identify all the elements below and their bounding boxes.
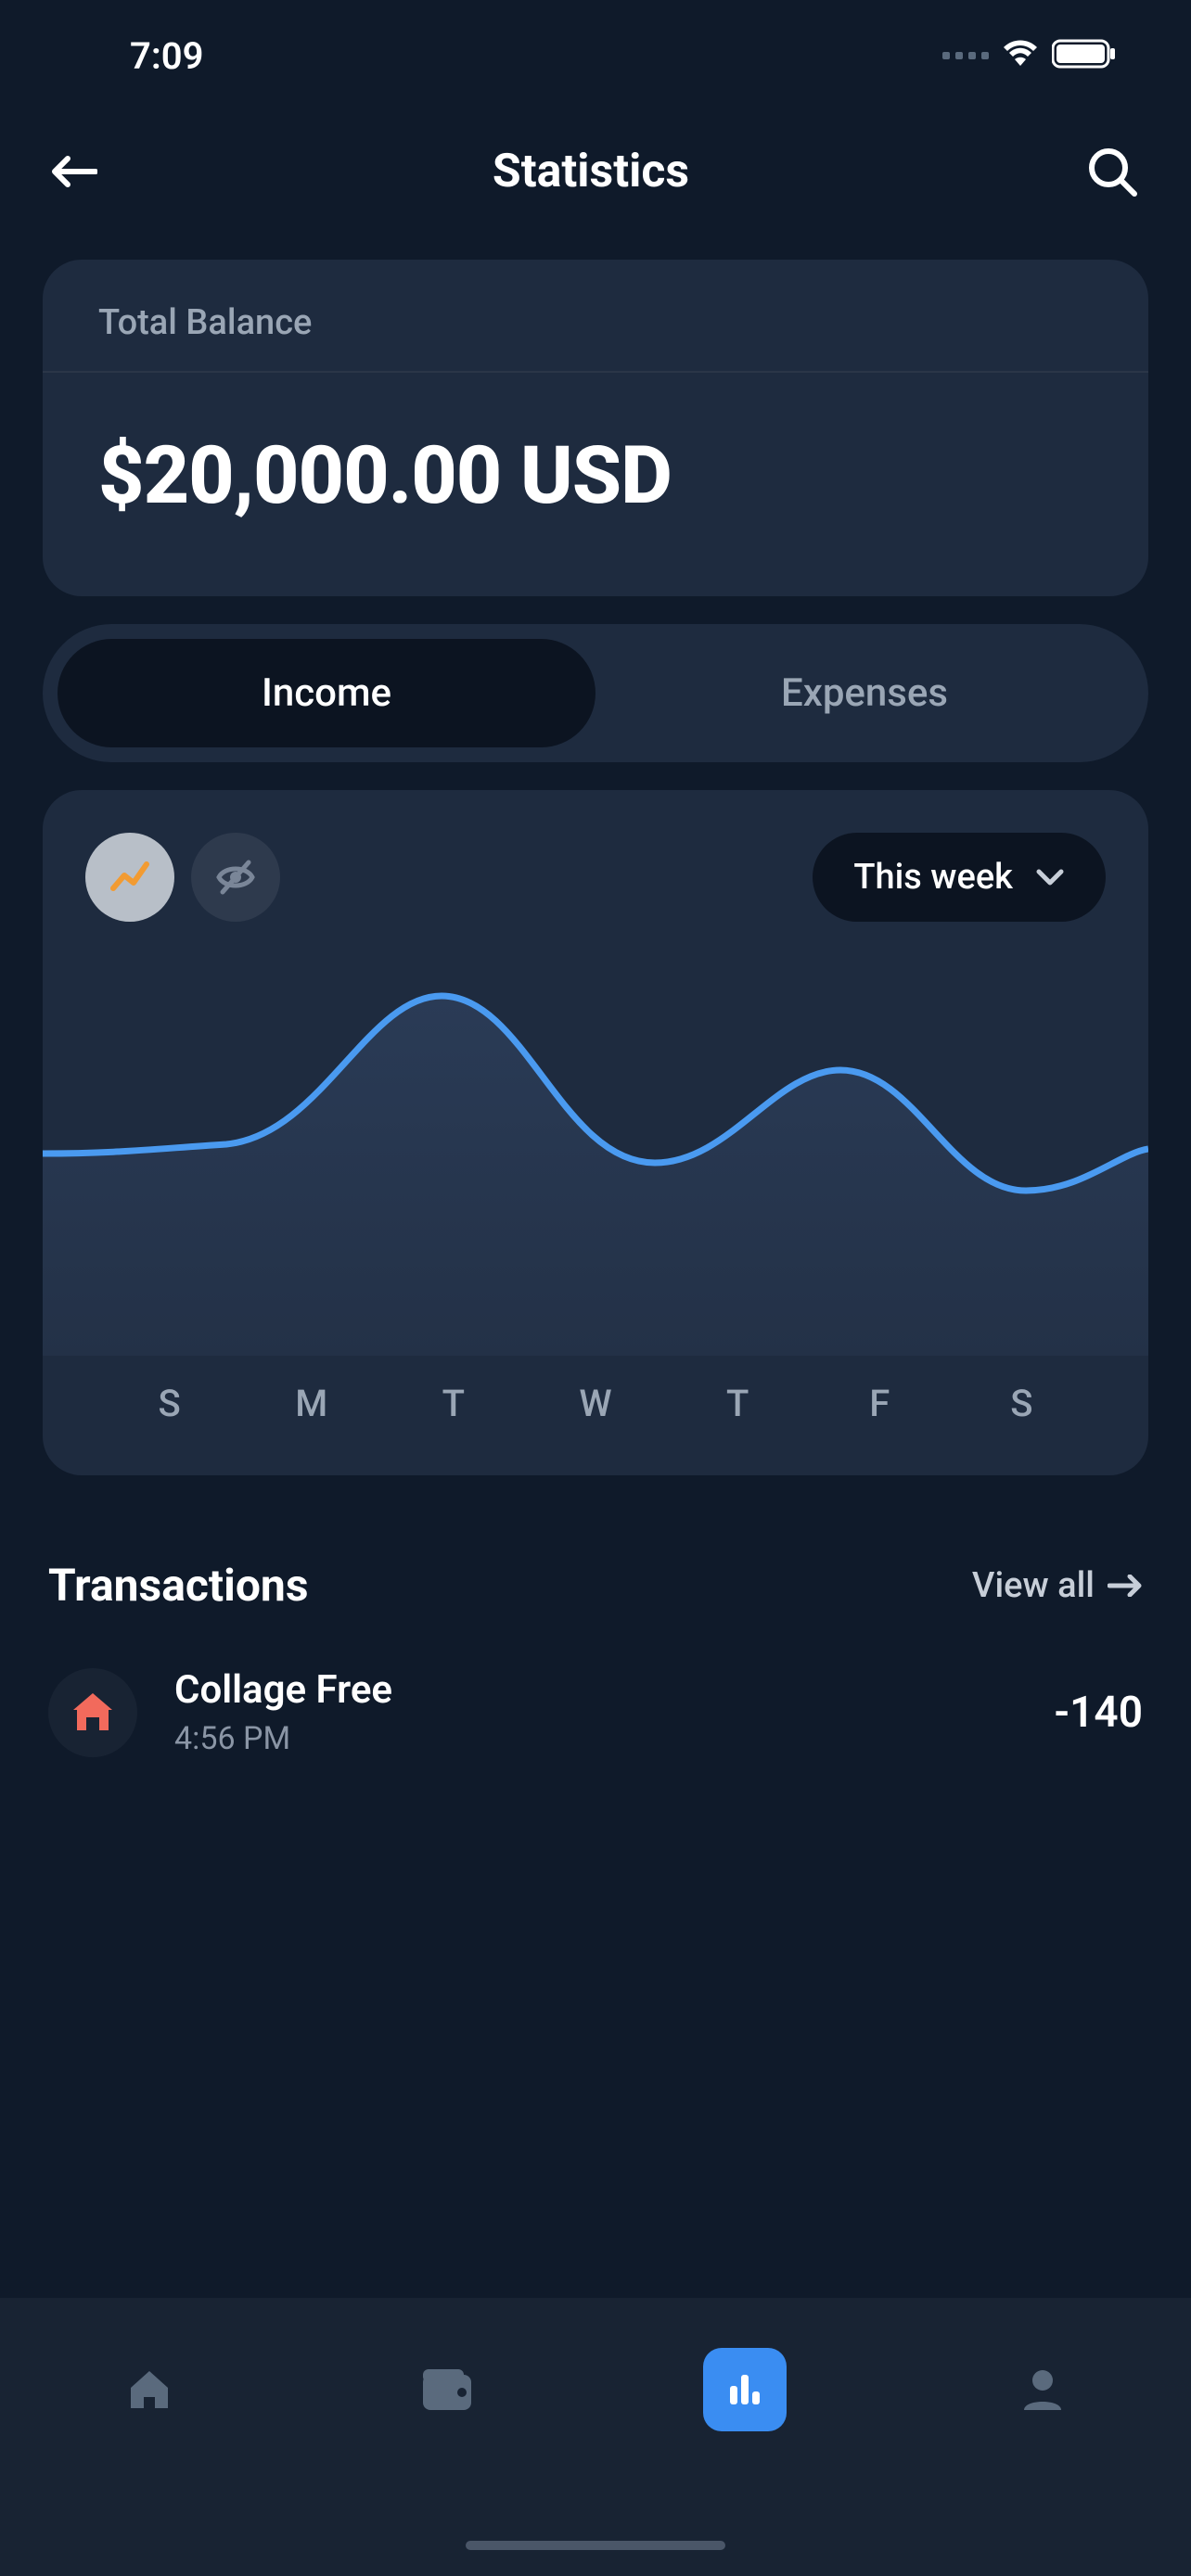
page-title: Statistics <box>493 145 689 198</box>
transactions-title: Transactions <box>48 1559 309 1612</box>
chevron-down-icon <box>1035 868 1065 886</box>
status-bar: 7:09 <box>0 0 1191 111</box>
search-icon <box>1086 146 1138 198</box>
chart-label: T <box>382 1382 524 1425</box>
arrow-right-icon <box>1108 1575 1143 1597</box>
wifi-icon <box>1002 40 1039 71</box>
chart-label: S <box>98 1382 240 1425</box>
balance-amount: $20,000.00 USD <box>43 373 1148 596</box>
chart-label: F <box>809 1382 951 1425</box>
user-icon <box>1018 2366 1067 2414</box>
bar-chart-icon <box>724 2369 765 2410</box>
chart-label: M <box>240 1382 382 1425</box>
home-icon <box>123 2364 175 2416</box>
status-icons <box>942 39 1117 72</box>
arrow-left-icon <box>51 155 97 188</box>
chart-x-labels: S M T W T F S <box>43 1356 1148 1475</box>
chart-visibility-toggle[interactable] <box>191 833 280 922</box>
tab-income[interactable]: Income <box>58 639 596 747</box>
battery-icon <box>1052 39 1117 72</box>
app-header: Statistics <box>0 111 1191 241</box>
chart-controls: This week <box>43 790 1148 940</box>
income-expense-tabs: Income Expenses <box>43 624 1148 762</box>
chart-label: S <box>951 1382 1093 1425</box>
tab-expenses[interactable]: Expenses <box>596 639 1133 747</box>
bottom-nav <box>0 2298 1191 2576</box>
search-button[interactable] <box>1080 139 1145 204</box>
wallet-icon <box>419 2366 475 2414</box>
nav-profile[interactable] <box>1001 2348 1084 2431</box>
cellular-dots-icon <box>942 52 989 59</box>
chart-line-toggle[interactable] <box>85 833 174 922</box>
balance-card: Total Balance $20,000.00 USD <box>43 260 1148 596</box>
period-label: This week <box>853 857 1013 898</box>
home-icon <box>68 1688 118 1738</box>
period-selector[interactable]: This week <box>813 833 1106 922</box>
nav-wallet[interactable] <box>405 2348 489 2431</box>
nav-stats[interactable] <box>703 2348 787 2431</box>
transaction-icon-wrapper <box>48 1668 137 1757</box>
chart-area <box>43 940 1148 1356</box>
chart-label: T <box>667 1382 809 1425</box>
eye-off-icon <box>213 855 258 899</box>
chart-card: This week S M T W T F S <box>43 790 1148 1475</box>
transactions-header: Transactions View all <box>0 1522 1191 1639</box>
view-all-label: View all <box>972 1565 1095 1606</box>
back-button[interactable] <box>46 144 102 199</box>
chart-label: W <box>524 1382 666 1425</box>
transaction-time: 4:56 PM <box>174 1720 1054 1757</box>
line-chart <box>43 940 1148 1356</box>
status-time: 7:09 <box>130 34 203 78</box>
home-indicator <box>466 2541 725 2550</box>
transaction-amount: -140 <box>1054 1688 1143 1738</box>
balance-label: Total Balance <box>43 260 1148 373</box>
nav-home[interactable] <box>108 2348 191 2431</box>
transaction-name: Collage Free <box>174 1667 1054 1713</box>
transaction-info: Collage Free 4:56 PM <box>174 1667 1054 1757</box>
view-all-link[interactable]: View all <box>972 1565 1143 1606</box>
trend-line-icon <box>108 855 152 899</box>
transaction-row[interactable]: Collage Free 4:56 PM -140 <box>0 1639 1191 1785</box>
